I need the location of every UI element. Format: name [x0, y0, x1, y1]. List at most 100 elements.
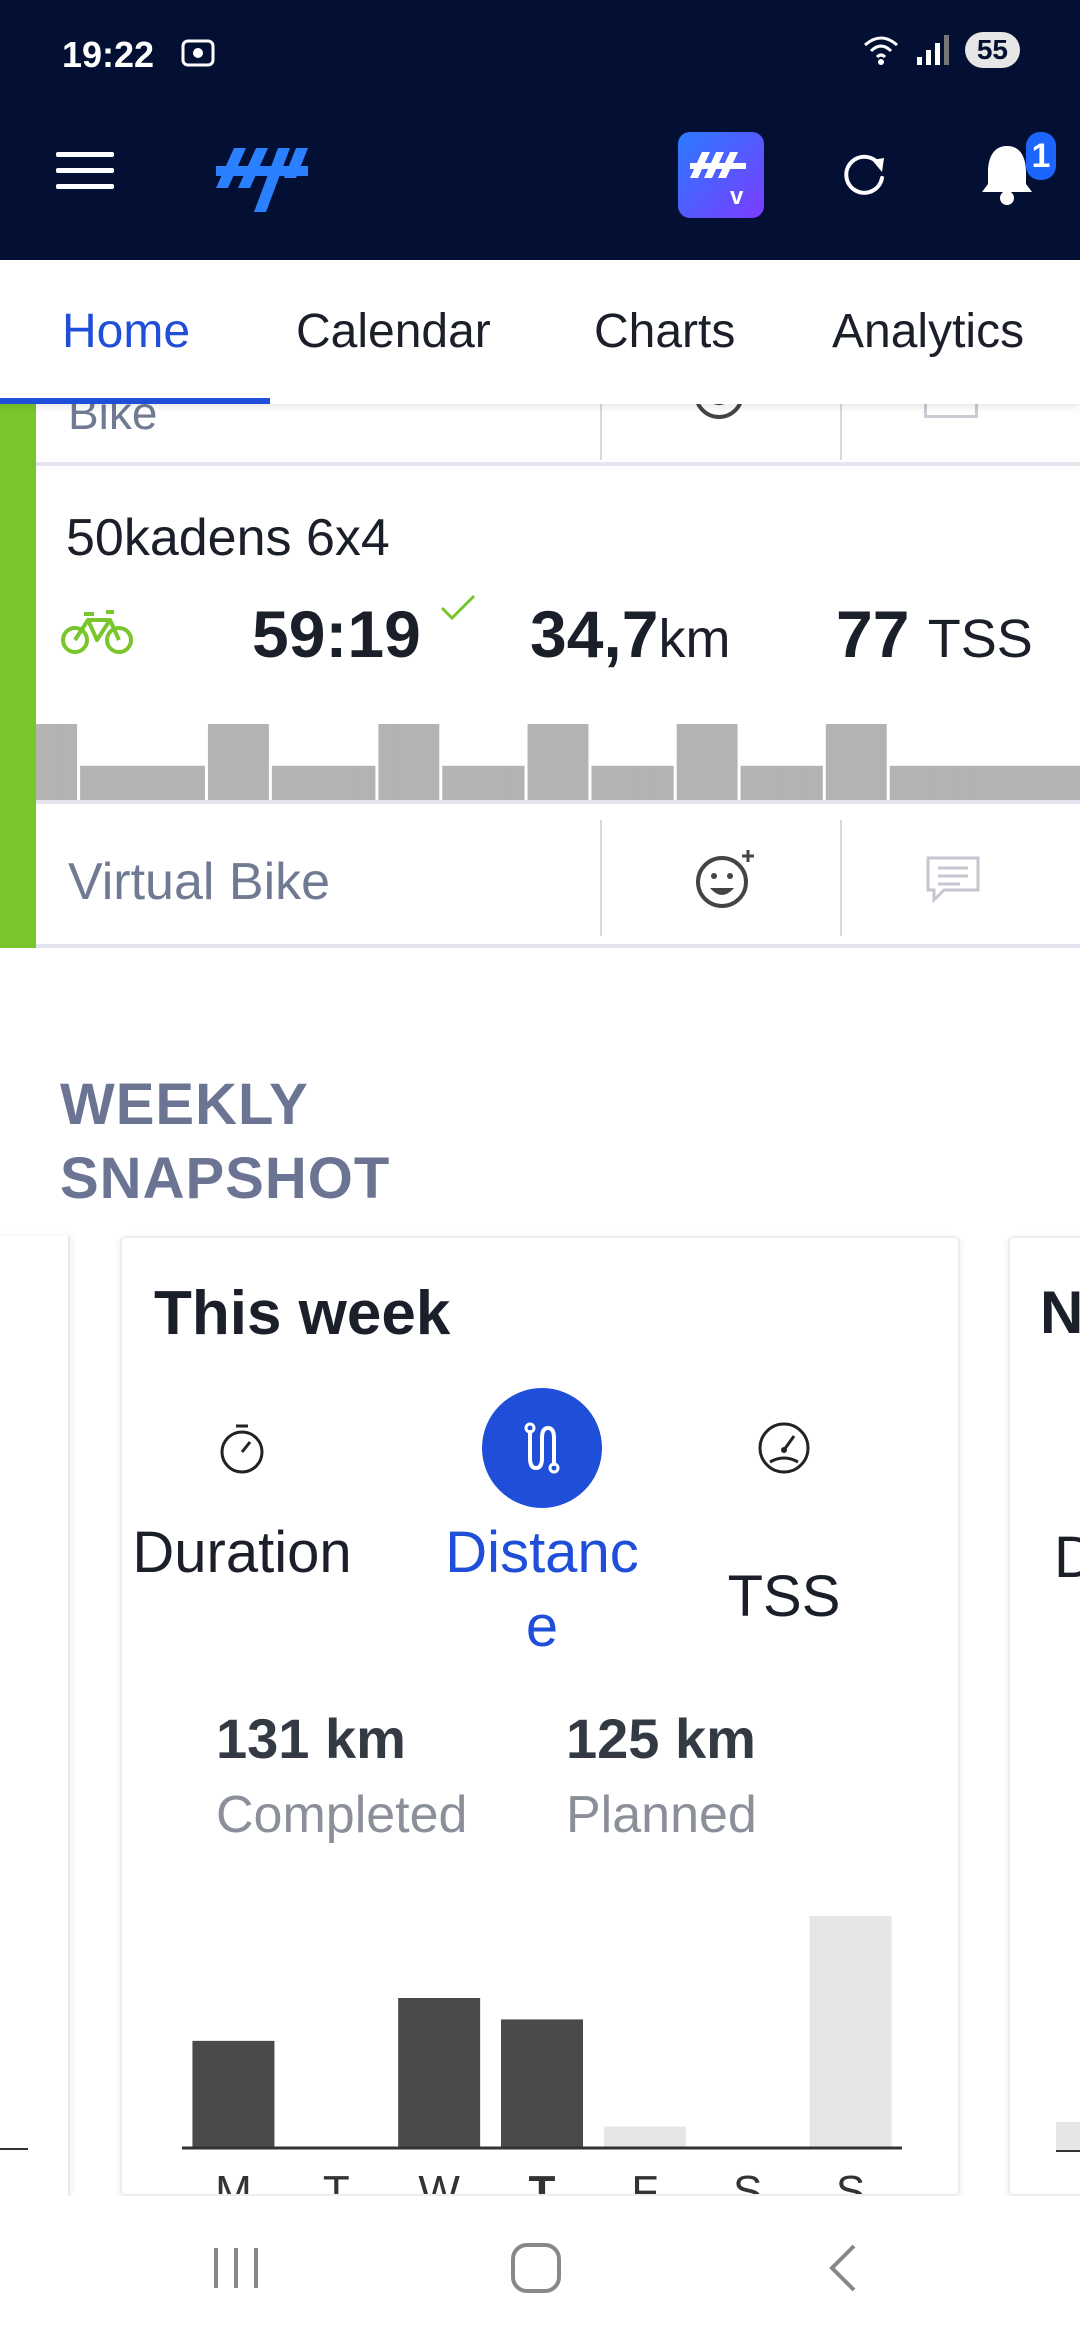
active-tab-indicator [0, 398, 270, 404]
comment-icon[interactable] [924, 854, 982, 904]
back-icon[interactable] [816, 2240, 872, 2296]
chart-bar [809, 1915, 892, 2148]
this-week-card[interactable]: This week Duration Distance TSS 131 km C… [120, 1236, 960, 2196]
profile-block [291, 765, 314, 800]
profile-block [227, 724, 250, 800]
profile-block [824, 724, 847, 800]
app-header: 19:22 55 v 1 [0, 0, 1080, 260]
status-time: 19:22 [62, 34, 155, 75]
workout-distance: 34,7km [530, 596, 730, 672]
profile-block [355, 765, 378, 800]
tss-unit: TSS [927, 609, 1033, 669]
profile-block [1016, 765, 1038, 800]
profile-block [568, 724, 591, 800]
profile-block [376, 724, 399, 800]
profile-block [781, 765, 804, 800]
chart-tick-label: F [631, 2167, 658, 2196]
battery-level: 55 [964, 32, 1020, 68]
profile-block [185, 765, 207, 800]
status-icons: 55 [861, 32, 1020, 68]
profile-block [462, 765, 484, 800]
sport-color-bar [0, 404, 36, 948]
smiley-icon[interactable] [692, 404, 746, 434]
profile-block [845, 724, 868, 800]
next-week-card[interactable]: N D [1008, 1236, 1080, 2196]
add-feeling-icon[interactable] [692, 846, 758, 912]
completed-label: Completed [216, 1786, 468, 1844]
profile-block [547, 724, 570, 800]
tab-home[interactable]: Home [62, 304, 190, 359]
previous-week-card[interactable] [0, 1236, 70, 2196]
profile-block [1058, 765, 1080, 800]
app-logo-icon[interactable] [216, 140, 308, 218]
profile-block [99, 765, 122, 800]
profile-block [440, 765, 463, 800]
chart-tick-label: S [836, 2167, 865, 2196]
heading-line: SNAPSHOT [60, 1146, 391, 1211]
wifi-icon [863, 36, 898, 65]
tab-analytics[interactable]: Analytics [832, 304, 1024, 359]
profile-block [36, 724, 58, 800]
route-icon [524, 1422, 560, 1474]
previous-week-axis [0, 2148, 28, 2150]
chart-tick-label: W [418, 2167, 460, 2196]
logo-v-icon: v [690, 152, 746, 210]
profile-block [504, 765, 527, 800]
profile-block [803, 765, 825, 800]
home-button-icon[interactable] [508, 2240, 564, 2296]
profile-block [589, 765, 612, 800]
mode-label: TSS [727, 1564, 841, 1629]
gauge-icon [758, 1422, 810, 1474]
previous-workout-type: Bike [68, 404, 158, 439]
profile-block [930, 765, 953, 800]
profile-block [206, 724, 229, 800]
mode-label: Duration [132, 1520, 352, 1585]
divider [840, 820, 842, 936]
svg-text:v: v [730, 183, 744, 210]
comment-icon[interactable] [924, 404, 978, 418]
workout-title[interactable]: 50kadens 6x4 [66, 508, 390, 568]
profile-block [611, 765, 634, 800]
profile-block [419, 724, 442, 800]
profile-baseline [36, 800, 1080, 804]
heading-line: WEEKLY [60, 1072, 309, 1137]
profile-block [632, 765, 655, 800]
profile-block [398, 724, 421, 800]
profile-block [121, 765, 144, 800]
chart-tick-label: T [529, 2167, 556, 2196]
profile-block [334, 765, 357, 800]
screen-record-icon [181, 39, 215, 67]
hamburger-menu-icon[interactable] [56, 150, 114, 192]
refresh-icon[interactable] [836, 146, 892, 202]
chart-bar [603, 2126, 686, 2148]
card-title: This week [154, 1279, 451, 1348]
workout-footer[interactable]: Virtual Bike [36, 808, 1080, 948]
distance-value: 34,7 [530, 597, 659, 671]
virtual-coach-app-icon[interactable]: v [678, 132, 764, 218]
profile-block [952, 765, 974, 800]
chart-tick-label: M [215, 2167, 252, 2196]
profile-block [653, 765, 676, 800]
chart-tick-label: S [733, 2167, 762, 2196]
mode-duration[interactable]: Duration [132, 1388, 352, 1590]
next-card-mode: D [1054, 1524, 1080, 1591]
divider [600, 820, 602, 936]
profile-block [866, 724, 889, 800]
mode-label: Distance [445, 1520, 639, 1659]
mode-distance[interactable]: Distance [432, 1388, 652, 1664]
profile-block [483, 765, 506, 800]
mode-tss[interactable]: TSS [674, 1388, 894, 1634]
profile-block [675, 724, 697, 800]
next-week-axis [1056, 2150, 1080, 2152]
tab-charts[interactable]: Charts [594, 304, 735, 359]
profile-block [696, 724, 719, 800]
previous-workout-footer[interactable]: Bike [36, 404, 1080, 466]
planned-stat: 125 km Planned [566, 1706, 757, 1845]
profile-block [994, 765, 1017, 800]
profile-block [739, 765, 761, 800]
tab-calendar[interactable]: Calendar [296, 304, 491, 359]
chart-bar [398, 1998, 481, 2148]
recent-apps-icon[interactable] [208, 2240, 264, 2296]
chart-tick-label: T [323, 2167, 350, 2196]
profile-block [760, 765, 783, 800]
